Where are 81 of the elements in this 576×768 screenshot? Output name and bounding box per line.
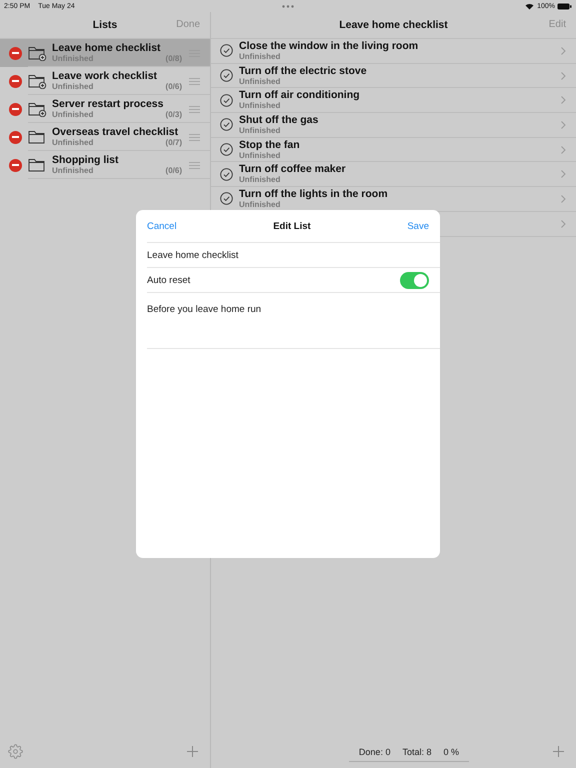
panel-title: Lists [92, 19, 118, 31]
list-count: (0/6) [166, 166, 182, 176]
task-status: Unfinished [239, 150, 282, 161]
list-count: (0/3) [166, 110, 182, 120]
task-name: Turn off the electric stove [239, 64, 368, 77]
delete-icon[interactable] [9, 158, 22, 172]
folder-plus-icon [28, 73, 47, 89]
folder-plus-icon [28, 101, 47, 117]
multitask-dots-icon [282, 5, 294, 8]
folder-plus-icon [28, 45, 47, 61]
total-count: Total: 8 [402, 747, 432, 757]
task-row[interactable]: Turn off coffee maker Unfinished [211, 162, 576, 188]
percent-done: 0 % [443, 747, 459, 757]
delete-icon[interactable] [9, 74, 22, 88]
chevron-icon [561, 120, 566, 129]
check-circle-icon[interactable] [220, 118, 233, 132]
wifi-icon [525, 2, 534, 10]
list-name: Shopping list [52, 154, 120, 166]
task-name: Shut off the gas [239, 114, 320, 126]
chevron-icon [561, 220, 566, 228]
task-status: Unfinished [239, 175, 282, 186]
chevron-icon [561, 72, 566, 80]
chevron-icon [561, 96, 566, 104]
check-circle-icon[interactable] [220, 94, 233, 107]
chevron-icon [561, 146, 566, 154]
check-circle-icon[interactable] [220, 69, 233, 82]
task-row[interactable]: Stop the fan Unfinished [211, 138, 576, 162]
task-status: Unfinished [239, 52, 282, 62]
list-row[interactable]: Shopping list Unfinished (0/6) [0, 151, 210, 179]
folder-icon [28, 129, 47, 145]
task-status: Unfinished [239, 76, 282, 87]
reorder-handle-icon[interactable] [189, 134, 200, 140]
auto-reset-switch[interactable] [400, 272, 429, 288]
task-row[interactable]: Shut off the gas Unfinished [211, 113, 576, 138]
list-name-field[interactable]: Leave home checklist [147, 250, 238, 260]
reorder-handle-icon[interactable] [189, 162, 200, 168]
list-row[interactable]: Leave work checklist Unfinished (0/6) [0, 67, 210, 95]
battery-icon [557, 2, 572, 10]
cancel-button[interactable]: Cancel [147, 220, 177, 232]
task-name: Turn off air conditioning [239, 89, 361, 102]
task-name: Close the window in the living room [239, 40, 420, 52]
task-row[interactable]: Turn off air conditioning Unfinished [211, 88, 576, 114]
list-status: Unfinished [52, 166, 94, 176]
task-name: Turn off the lights in the room [239, 188, 389, 200]
chevron-icon [561, 170, 566, 178]
panel-title: Leave home checklist [339, 19, 448, 31]
save-button[interactable]: Save [407, 220, 429, 232]
list-row[interactable]: Server restart process Unfinished (0/3) [0, 95, 210, 123]
list-name: Overseas travel checklist [52, 126, 180, 138]
chevron-icon [561, 194, 566, 203]
task-status: Unfinished [239, 101, 282, 112]
list-name: Server restart process [52, 98, 164, 110]
notes-field[interactable]: Before you leave home run [147, 304, 262, 315]
delete-icon[interactable] [9, 46, 22, 60]
list-count: (0/6) [166, 82, 182, 92]
task-status: Unfinished [239, 126, 282, 136]
list-status: Unfinished [52, 110, 94, 120]
reorder-handle-icon[interactable] [189, 106, 200, 112]
chevron-icon [561, 46, 566, 55]
done-count: Done: 0 [358, 747, 390, 757]
auto-reset-label: Auto reset [147, 274, 190, 286]
list-status: Unfinished [52, 82, 94, 92]
folder-icon [28, 157, 47, 173]
list-count: (0/7) [166, 138, 182, 148]
task-row[interactable]: Turn off the electric stove Unfinished [211, 64, 576, 88]
list-row[interactable]: Overseas travel checklist Unfinished (0/7) [0, 123, 210, 151]
check-circle-icon[interactable] [220, 143, 233, 156]
check-circle-icon[interactable] [220, 168, 233, 181]
list-status: Unfinished [52, 138, 94, 148]
reorder-handle-icon[interactable] [189, 78, 200, 84]
delete-icon[interactable] [9, 102, 22, 116]
check-circle-icon[interactable] [220, 192, 233, 206]
task-name: Turn off coffee maker [239, 163, 347, 176]
list-name: Leave home checklist [52, 42, 162, 54]
task-name: Stop the fan [239, 138, 301, 151]
task-row[interactable]: Close the window in the living room Unfinished [211, 39, 576, 64]
check-circle-icon[interactable] [220, 44, 233, 58]
dialog-title: Edit List [273, 220, 311, 232]
delete-icon[interactable] [9, 130, 22, 144]
task-status: Unfinished [239, 200, 282, 210]
list-name: Leave work checklist [52, 70, 158, 82]
